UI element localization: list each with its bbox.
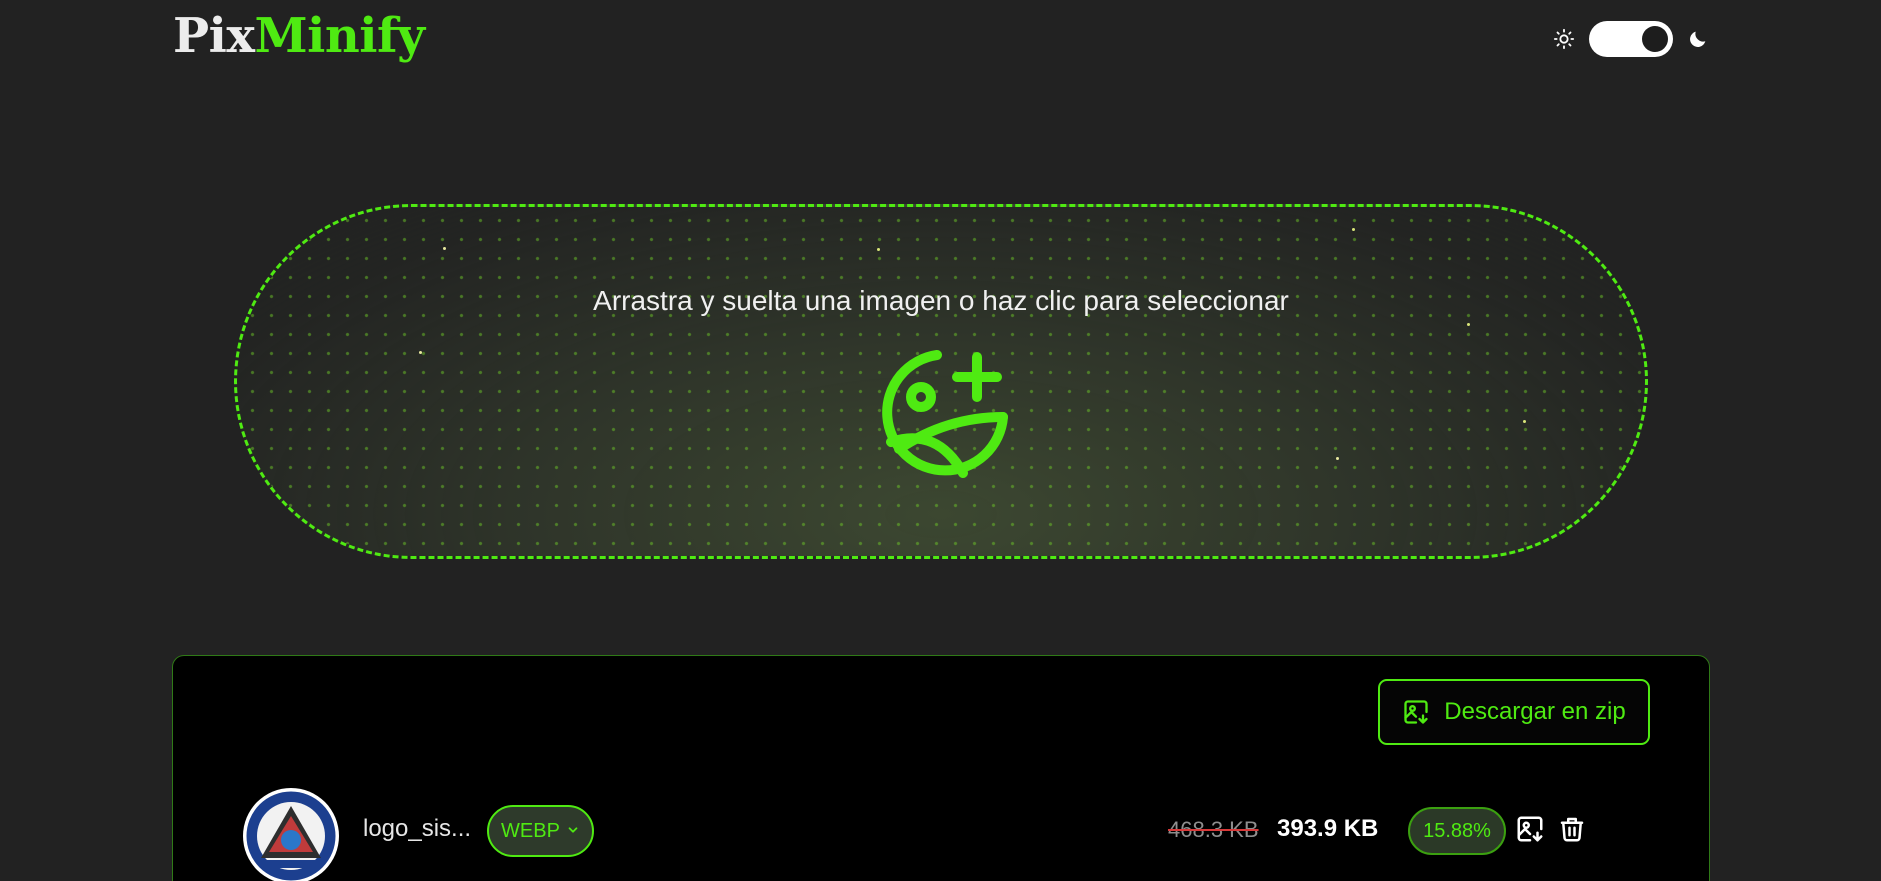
dropzone-sparkle [443, 247, 446, 250]
sun-icon [1553, 28, 1575, 50]
reduction-badge: 15.88% [1408, 807, 1506, 855]
file-name: logo_sis... [363, 815, 472, 842]
chevron-down-icon [566, 820, 580, 843]
app-header: PixMinify [173, 10, 1709, 70]
dropzone-sparkle [419, 351, 422, 354]
moon-icon [1687, 28, 1709, 50]
brand-logo[interactable]: PixMinify [173, 12, 425, 60]
download-zip-button[interactable]: Descargar en zip [1378, 679, 1650, 745]
compressed-size: 393.9 KB [1277, 815, 1379, 842]
format-select-value: WEBP [501, 819, 560, 842]
dropzone-sparkle [1467, 323, 1470, 326]
image-dropzone[interactable]: Arrastra y suelta una imagen o haz clic … [234, 204, 1648, 559]
file-row: logo_sis... WEBP 468.3 KB 393.9 KB 15.88… [243, 788, 1643, 881]
format-select[interactable]: WEBP [487, 805, 594, 857]
download-file-icon[interactable] [1515, 814, 1547, 846]
dropzone-instructions: Arrastra y suelta una imagen o haz clic … [593, 285, 1289, 316]
theme-switcher [1553, 20, 1709, 58]
download-zip-label: Descargar en zip [1444, 698, 1626, 725]
brand-logo-part1: Pix [173, 8, 255, 64]
dropzone-sparkle [877, 248, 880, 251]
theme-toggle[interactable] [1589, 21, 1673, 57]
original-size: 468.3 KB [1168, 817, 1259, 842]
dropzone-sparkle [1352, 228, 1355, 231]
theme-toggle-knob [1642, 26, 1668, 52]
file-thumbnail [243, 788, 339, 881]
image-add-icon [877, 347, 1017, 492]
dropzone-sparkle [1336, 457, 1339, 460]
trash-icon[interactable] [1557, 814, 1589, 846]
results-panel: Descargar en zip logo_sis... WEBP 468.3 … [172, 655, 1710, 881]
dropzone-sparkle [1523, 420, 1526, 423]
image-download-icon [1402, 698, 1430, 726]
brand-logo-part2: Minify [254, 8, 425, 64]
